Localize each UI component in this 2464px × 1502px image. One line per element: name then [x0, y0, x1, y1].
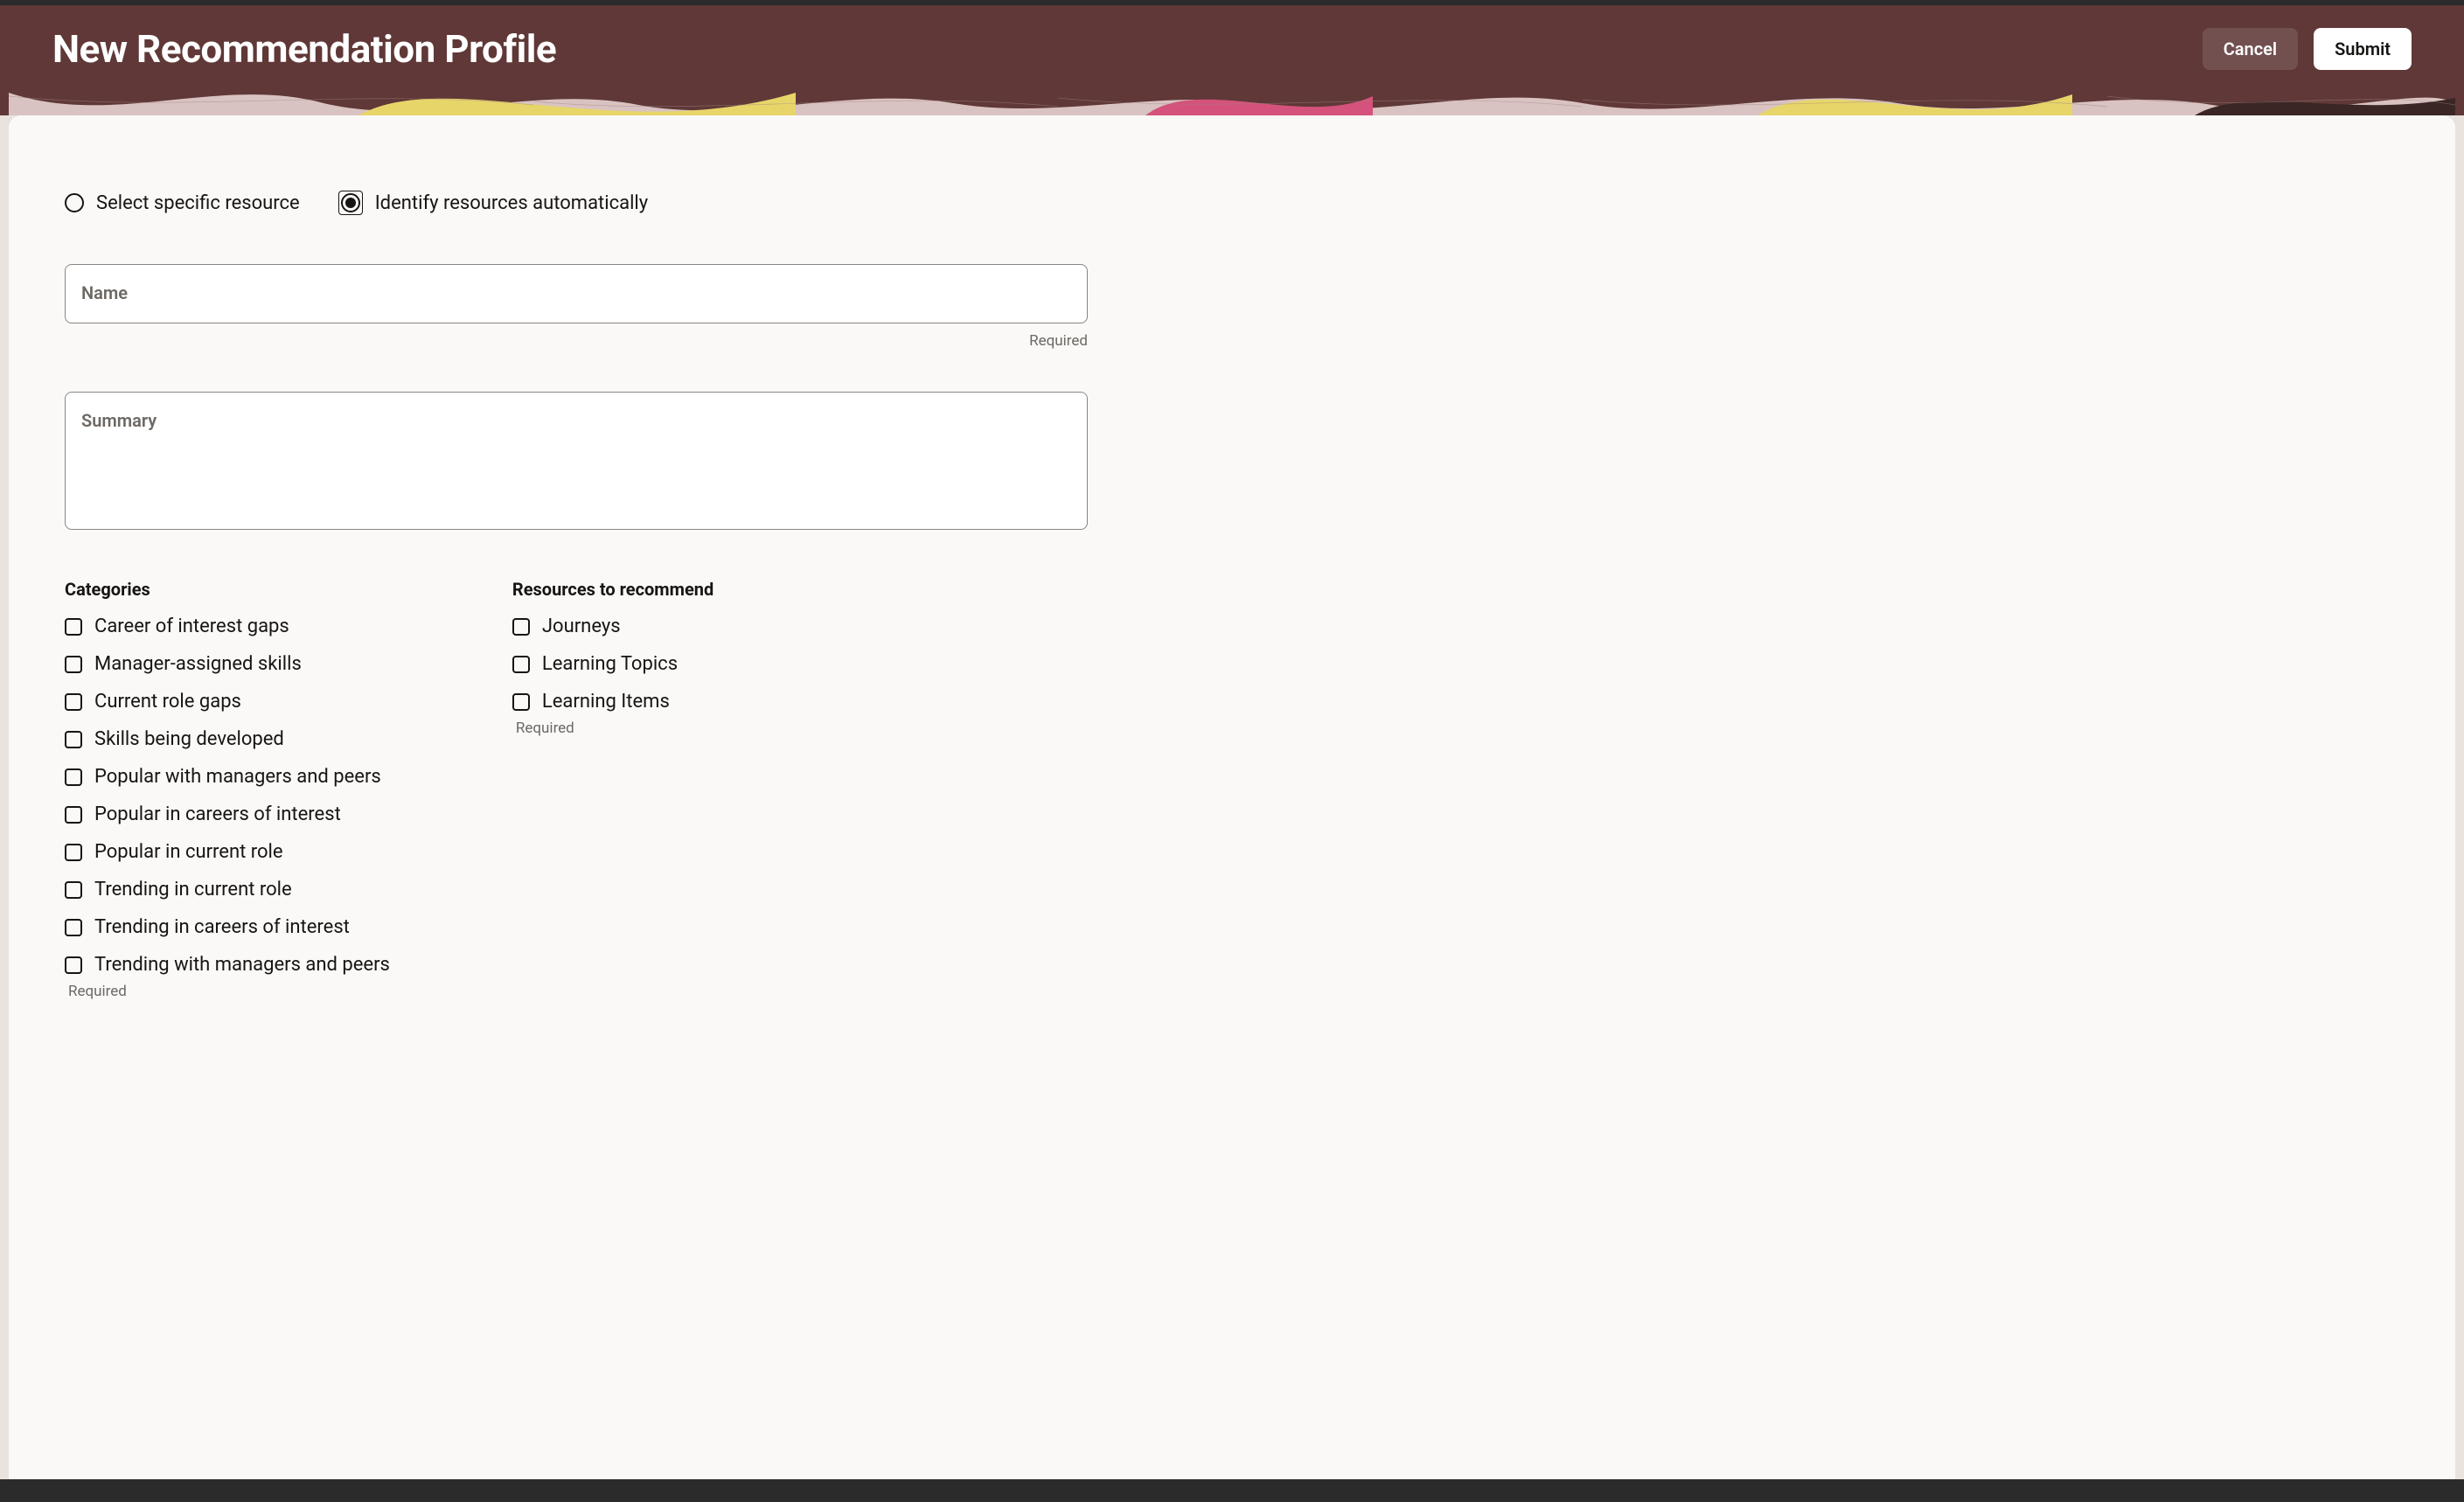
category-checkbox-trending-in-careers-of-interest[interactable]: Trending in careers of interest [65, 916, 390, 938]
categories-list: Career of interest gaps Manager-assigned … [65, 615, 390, 976]
decorative-banner [0, 93, 2464, 115]
summary-input-shell: Summary [65, 392, 1088, 530]
submit-button[interactable]: Submit [2314, 28, 2412, 70]
field-name: Name Required [65, 264, 2399, 350]
checkbox-unchecked-icon [65, 656, 82, 673]
categories-required-hint: Required [68, 983, 390, 1000]
category-checkbox-popular-in-careers-of-interest[interactable]: Popular in careers of interest [65, 803, 390, 825]
name-input[interactable] [66, 265, 1087, 323]
form-card: Select specific resource Identify resour… [9, 115, 2455, 1479]
checkbox-label: Skills being developed [94, 728, 284, 750]
checkbox-label: Journeys [542, 615, 621, 637]
category-checkbox-manager-assigned-skills[interactable]: Manager-assigned skills [65, 653, 390, 675]
resource-checkbox-learning-topics[interactable]: Learning Topics [512, 653, 713, 675]
checkbox-unchecked-icon [512, 693, 530, 711]
resources-heading: Resources to recommend [512, 579, 713, 600]
cancel-button[interactable]: Cancel [2203, 28, 2298, 70]
categories-column: Categories Career of interest gaps Manage… [65, 579, 390, 1000]
checkbox-label: Popular in careers of interest [94, 803, 341, 825]
radio-unchecked-icon [65, 193, 84, 212]
checkbox-label: Trending in current role [94, 879, 292, 901]
category-checkbox-popular-with-managers-and-peers[interactable]: Popular with managers and peers [65, 766, 390, 788]
checkbox-unchecked-icon [65, 806, 82, 824]
checkbox-unchecked-icon [65, 731, 82, 748]
category-checkbox-trending-with-managers-and-peers[interactable]: Trending with managers and peers [65, 954, 390, 976]
checkbox-label: Learning Items [542, 691, 670, 713]
checkbox-unchecked-icon [65, 956, 82, 974]
resources-list: Journeys Learning Topics Learning Items [512, 615, 713, 713]
checkbox-unchecked-icon [65, 844, 82, 861]
checkbox-label: Manager-assigned skills [94, 653, 302, 675]
checkbox-label: Current role gaps [94, 691, 241, 713]
banner-pattern [9, 93, 2455, 115]
radio-select-specific-resource[interactable]: Select specific resource [65, 191, 300, 215]
name-input-shell: Name [65, 264, 1088, 323]
field-summary: Summary [65, 392, 2399, 530]
checkbox-columns: Categories Career of interest gaps Manage… [65, 579, 2399, 1000]
checkbox-label: Trending with managers and peers [94, 954, 390, 976]
categories-heading: Categories [65, 579, 390, 600]
radio-label: Select specific resource [96, 192, 300, 214]
category-checkbox-career-of-interest-gaps[interactable]: Career of interest gaps [65, 615, 390, 637]
radio-checked-icon [341, 193, 360, 212]
checkbox-label: Popular with managers and peers [94, 766, 381, 788]
checkbox-unchecked-icon [65, 919, 82, 936]
checkbox-unchecked-icon [512, 618, 530, 636]
main-area: Select specific resource Identify resour… [0, 115, 2464, 1479]
checkbox-label: Trending in careers of interest [94, 916, 350, 938]
resource-checkbox-learning-items[interactable]: Learning Items [512, 691, 713, 713]
checkbox-unchecked-icon [65, 768, 82, 786]
radio-label: Identify resources automatically [375, 192, 648, 214]
radio-focus-ring [338, 191, 363, 215]
page-header: New Recommendation Profile Cancel Submit [0, 5, 2464, 93]
category-checkbox-popular-in-current-role[interactable]: Popular in current role [65, 841, 390, 863]
category-checkbox-trending-in-current-role[interactable]: Trending in current role [65, 879, 390, 901]
checkbox-label: Career of interest gaps [94, 615, 289, 637]
radio-identify-resources-automatically[interactable]: Identify resources automatically [338, 191, 648, 215]
checkbox-label: Popular in current role [94, 841, 283, 863]
page-title: New Recommendation Profile [52, 26, 556, 72]
header-actions: Cancel Submit [2203, 28, 2412, 70]
category-checkbox-skills-being-developed[interactable]: Skills being developed [65, 728, 390, 750]
checkbox-unchecked-icon [65, 881, 82, 899]
resources-required-hint: Required [516, 720, 713, 737]
checkbox-unchecked-icon [65, 618, 82, 636]
resource-checkbox-journeys[interactable]: Journeys [512, 615, 713, 637]
checkbox-unchecked-icon [512, 656, 530, 673]
name-required-hint: Required [65, 332, 1088, 350]
summary-textarea[interactable] [66, 393, 1087, 529]
resources-column: Resources to recommend Journeys Learning … [512, 579, 713, 1000]
checkbox-unchecked-icon [65, 693, 82, 711]
category-checkbox-current-role-gaps[interactable]: Current role gaps [65, 691, 390, 713]
mode-radio-group: Select specific resource Identify resour… [65, 191, 2399, 215]
checkbox-label: Learning Topics [542, 653, 678, 675]
